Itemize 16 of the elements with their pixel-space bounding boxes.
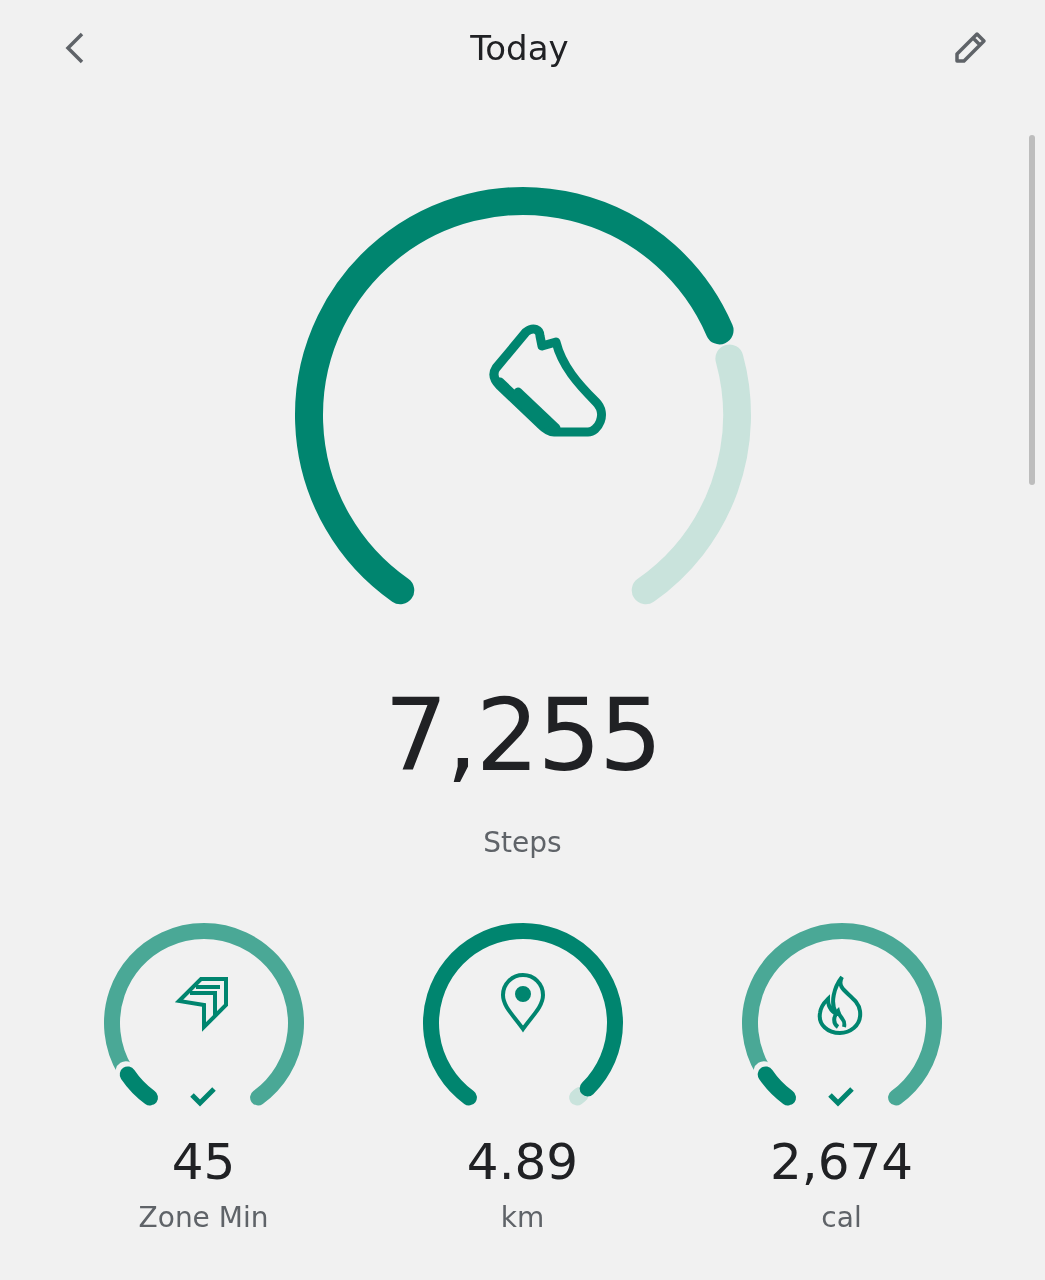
metric-value: 4.89 [466, 1137, 579, 1187]
scrollbar[interactable] [1029, 135, 1035, 485]
metric-value: 2,674 [769, 1137, 914, 1187]
metric-value: 45 [171, 1137, 236, 1187]
location-pin-icon [500, 973, 545, 1031]
steps-value: 7,255 [384, 686, 661, 786]
shoe-icon [488, 324, 606, 437]
flame-icon [817, 975, 862, 1035]
metric-label: Zone Min [138, 1201, 269, 1234]
page-title: Today [470, 28, 569, 68]
checkmark-icon [827, 1087, 854, 1107]
checkmark-icon [189, 1087, 216, 1107]
chevrons-icon [174, 977, 228, 1032]
metric-label: cal [821, 1201, 862, 1234]
metric-label: km [500, 1201, 545, 1234]
steps-label: Steps [483, 826, 562, 859]
